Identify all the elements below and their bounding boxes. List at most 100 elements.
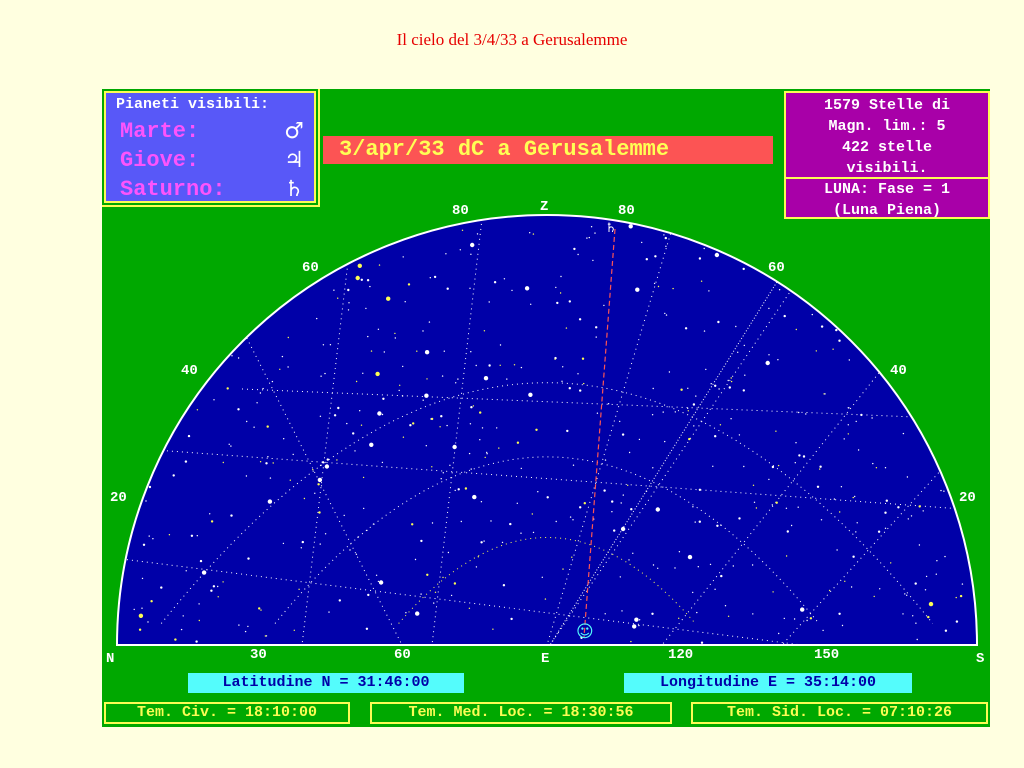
moon-phase-name: (Luna Piena) xyxy=(832,202,942,219)
star xyxy=(362,372,364,374)
star xyxy=(524,286,530,291)
star xyxy=(836,549,838,551)
star xyxy=(906,476,909,478)
star xyxy=(455,382,457,384)
star xyxy=(298,588,300,590)
star xyxy=(727,379,729,382)
star xyxy=(847,433,849,435)
star xyxy=(877,530,881,533)
star xyxy=(352,432,355,435)
star xyxy=(936,560,938,562)
star xyxy=(820,325,824,328)
star xyxy=(150,600,153,603)
visible-stars-line-2: visibili. xyxy=(846,160,928,177)
moon-marker[interactable]: ☺ xyxy=(576,622,594,642)
star xyxy=(628,559,630,561)
star xyxy=(283,438,285,440)
star xyxy=(520,467,522,470)
star xyxy=(832,348,834,350)
star xyxy=(425,445,427,447)
star xyxy=(577,373,579,375)
star xyxy=(833,498,836,500)
star xyxy=(190,534,194,537)
star xyxy=(174,638,177,641)
star xyxy=(145,500,147,502)
star xyxy=(684,327,688,330)
star xyxy=(198,619,200,622)
star xyxy=(480,541,483,544)
star xyxy=(662,411,664,413)
star xyxy=(343,514,345,517)
star xyxy=(326,458,329,461)
star xyxy=(469,287,471,289)
star xyxy=(461,229,464,231)
star xyxy=(450,594,453,597)
star xyxy=(753,501,756,503)
star xyxy=(228,443,230,445)
star xyxy=(927,615,930,619)
star xyxy=(230,514,233,517)
star xyxy=(477,556,479,558)
star xyxy=(544,598,547,600)
star xyxy=(692,403,696,406)
star xyxy=(148,485,152,489)
star xyxy=(459,249,461,251)
star xyxy=(259,461,262,463)
star xyxy=(850,586,853,588)
star xyxy=(320,375,322,377)
star xyxy=(217,585,219,588)
star xyxy=(559,292,562,294)
planet-row-saturn: Saturno: xyxy=(120,177,226,202)
star xyxy=(238,624,240,626)
star xyxy=(843,438,845,440)
star xyxy=(426,573,429,576)
star xyxy=(710,383,712,385)
star xyxy=(777,464,780,467)
star xyxy=(742,389,745,392)
star xyxy=(454,489,456,492)
star xyxy=(556,301,559,305)
star xyxy=(354,450,356,452)
star xyxy=(955,620,959,623)
star xyxy=(885,499,888,502)
star xyxy=(579,389,582,392)
star xyxy=(446,287,449,290)
star xyxy=(628,451,631,454)
star xyxy=(293,629,295,631)
star xyxy=(793,618,796,620)
star xyxy=(484,456,486,459)
star xyxy=(199,559,203,563)
star xyxy=(912,615,914,617)
star xyxy=(443,350,445,352)
star xyxy=(674,411,676,413)
star xyxy=(546,496,549,499)
star xyxy=(838,339,841,342)
star xyxy=(632,552,634,554)
star xyxy=(657,285,660,288)
star xyxy=(528,392,533,397)
star xyxy=(259,392,262,394)
star xyxy=(530,303,532,305)
star xyxy=(854,495,856,498)
star xyxy=(910,515,913,517)
star xyxy=(470,242,475,248)
sidereal-local-time-field: Tem. Sid. Loc. = 07:10:26 xyxy=(691,702,988,724)
star xyxy=(182,615,184,617)
star xyxy=(663,234,665,236)
star xyxy=(382,397,385,400)
civil-time-field: Tem. Civ. = 18:10:00 xyxy=(104,702,350,724)
star xyxy=(513,364,516,366)
zenith-label: Z xyxy=(540,199,549,215)
star xyxy=(367,593,370,597)
star xyxy=(210,520,214,523)
star xyxy=(470,253,472,255)
star xyxy=(490,520,492,522)
star xyxy=(775,430,777,432)
star xyxy=(262,387,264,390)
star xyxy=(569,516,572,518)
star xyxy=(841,624,844,627)
star xyxy=(209,513,211,515)
jupiter-icon: ♃ xyxy=(284,148,304,173)
star xyxy=(187,434,191,438)
star xyxy=(838,612,841,615)
